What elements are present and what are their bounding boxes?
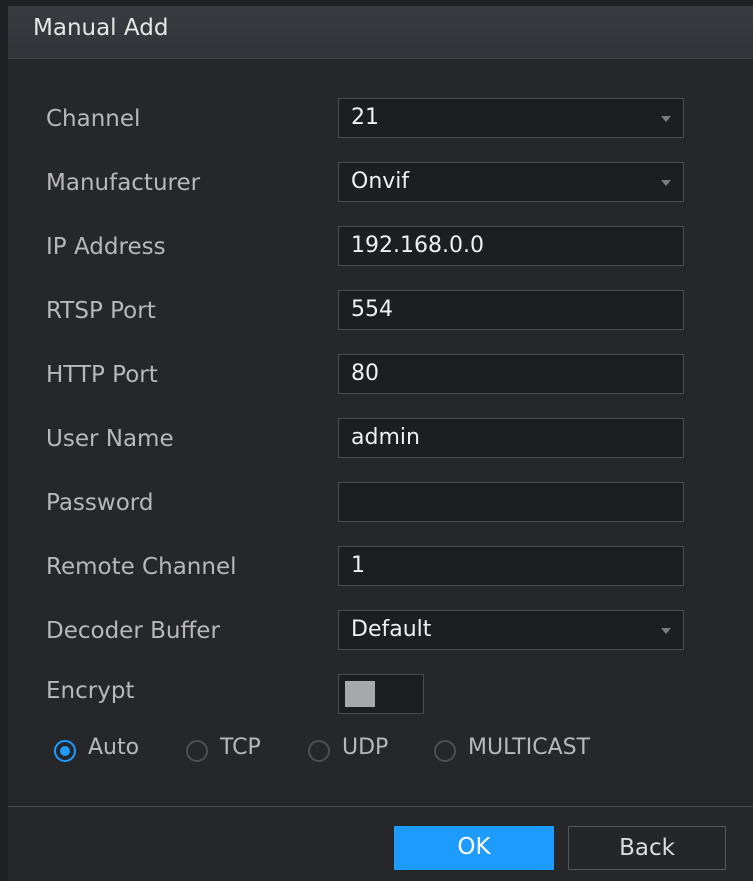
radio-unchecked-icon xyxy=(186,740,208,762)
protocol-radio-group: Auto TCP UDP MULTICAST xyxy=(8,732,753,772)
radio-multicast-label: MULTICAST xyxy=(468,735,591,760)
radio-tcp-label: TCP xyxy=(220,735,261,760)
decoder-buffer-select[interactable]: Default xyxy=(338,610,684,650)
user-name-value: admin xyxy=(351,425,420,450)
http-port-value: 80 xyxy=(351,361,379,386)
encrypt-row: Encrypt xyxy=(8,670,753,720)
ip-address-label: IP Address xyxy=(46,234,166,260)
footer-divider xyxy=(8,806,753,807)
dialog-title: Manual Add xyxy=(33,15,169,41)
manual-add-dialog: Manual Add Channel 21 Manufacturer Onvif… xyxy=(8,6,753,881)
encrypt-toggle[interactable] xyxy=(338,674,424,714)
remote-channel-row: Remote Channel 1 xyxy=(8,546,753,596)
chevron-down-icon xyxy=(661,116,671,122)
radio-auto-label: Auto xyxy=(88,735,140,760)
rtsp-port-value: 554 xyxy=(351,297,393,322)
http-port-label: HTTP Port xyxy=(46,362,158,388)
radio-udp-label: UDP xyxy=(342,735,389,760)
toggle-knob xyxy=(345,681,375,707)
user-name-input[interactable]: admin xyxy=(338,418,684,458)
channel-row: Channel 21 xyxy=(8,98,753,148)
ip-address-value: 192.168.0.0 xyxy=(351,233,484,258)
remote-channel-value: 1 xyxy=(351,553,365,578)
password-row: Password xyxy=(8,482,753,532)
remote-channel-label: Remote Channel xyxy=(46,554,237,580)
radio-unchecked-icon xyxy=(434,740,456,762)
channel-select[interactable]: 21 xyxy=(338,98,684,138)
user-name-label: User Name xyxy=(46,426,174,452)
chevron-down-icon xyxy=(661,180,671,186)
manufacturer-value: Onvif xyxy=(351,169,410,194)
decoder-buffer-value: Default xyxy=(351,617,432,642)
manufacturer-label: Manufacturer xyxy=(46,170,201,196)
back-button[interactable]: Back xyxy=(568,826,726,870)
password-input[interactable] xyxy=(338,482,684,522)
remote-channel-input[interactable]: 1 xyxy=(338,546,684,586)
chevron-down-icon xyxy=(661,628,671,634)
radio-checked-icon xyxy=(54,740,76,762)
http-port-input[interactable]: 80 xyxy=(338,354,684,394)
channel-label: Channel xyxy=(46,106,141,132)
channel-value: 21 xyxy=(351,105,379,130)
rtsp-port-label: RTSP Port xyxy=(46,298,156,324)
manufacturer-row: Manufacturer Onvif xyxy=(8,162,753,212)
password-label: Password xyxy=(46,490,154,516)
rtsp-port-row: RTSP Port 554 xyxy=(8,290,753,340)
user-name-row: User Name admin xyxy=(8,418,753,468)
dialog-titlebar: Manual Add xyxy=(8,6,753,59)
ok-button[interactable]: OK xyxy=(394,826,554,870)
encrypt-label: Encrypt xyxy=(46,678,135,704)
rtsp-port-input[interactable]: 554 xyxy=(338,290,684,330)
ip-address-row: IP Address 192.168.0.0 xyxy=(8,226,753,276)
decoder-buffer-row: Decoder Buffer Default xyxy=(8,610,753,660)
decoder-buffer-label: Decoder Buffer xyxy=(46,618,220,644)
manufacturer-select[interactable]: Onvif xyxy=(338,162,684,202)
ip-address-input[interactable]: 192.168.0.0 xyxy=(338,226,684,266)
http-port-row: HTTP Port 80 xyxy=(8,354,753,404)
radio-unchecked-icon xyxy=(308,740,330,762)
